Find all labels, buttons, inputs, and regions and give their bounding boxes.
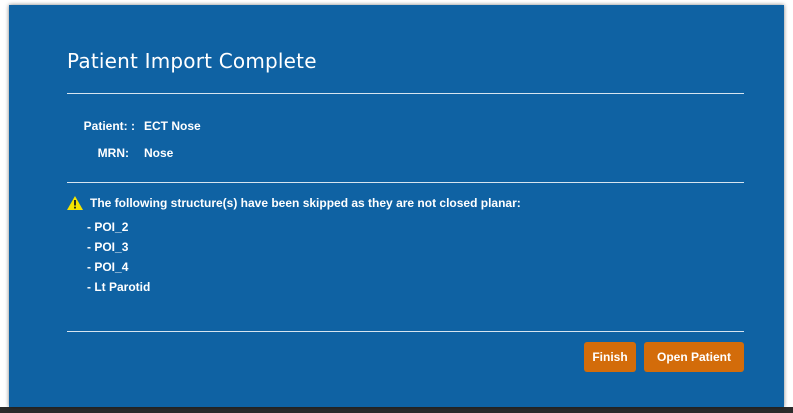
import-complete-dialog: Patient Import Complete Patient: : ECT N…: [9, 5, 784, 407]
open-patient-button[interactable]: Open Patient: [644, 342, 744, 372]
patient-label: Patient: :: [83, 119, 135, 133]
list-item: POI_4: [87, 260, 150, 280]
finish-button[interactable]: Finish: [584, 342, 636, 372]
divider: [67, 182, 744, 183]
patient-row: Patient: : ECT Nose: [9, 119, 309, 135]
warning-message: The following structure(s) have been ski…: [67, 196, 521, 210]
mrn-label: MRN:: [97, 146, 129, 160]
mrn-value: Nose: [144, 146, 174, 160]
dialog-title: Patient Import Complete: [67, 49, 317, 73]
mrn-row: MRN: Nose: [9, 146, 309, 162]
warning-text: The following structure(s) have been ski…: [90, 196, 521, 210]
list-item: POI_3: [87, 240, 150, 260]
skipped-structures-list: POI_2 POI_3 POI_4 Lt Parotid: [87, 220, 150, 300]
patient-value: ECT Nose: [144, 119, 201, 133]
warning-triangle-icon: [67, 196, 83, 210]
list-item: Lt Parotid: [87, 280, 150, 300]
background-strip: [0, 407, 793, 413]
divider: [67, 331, 744, 332]
divider: [67, 93, 744, 94]
list-item: POI_2: [87, 220, 150, 240]
